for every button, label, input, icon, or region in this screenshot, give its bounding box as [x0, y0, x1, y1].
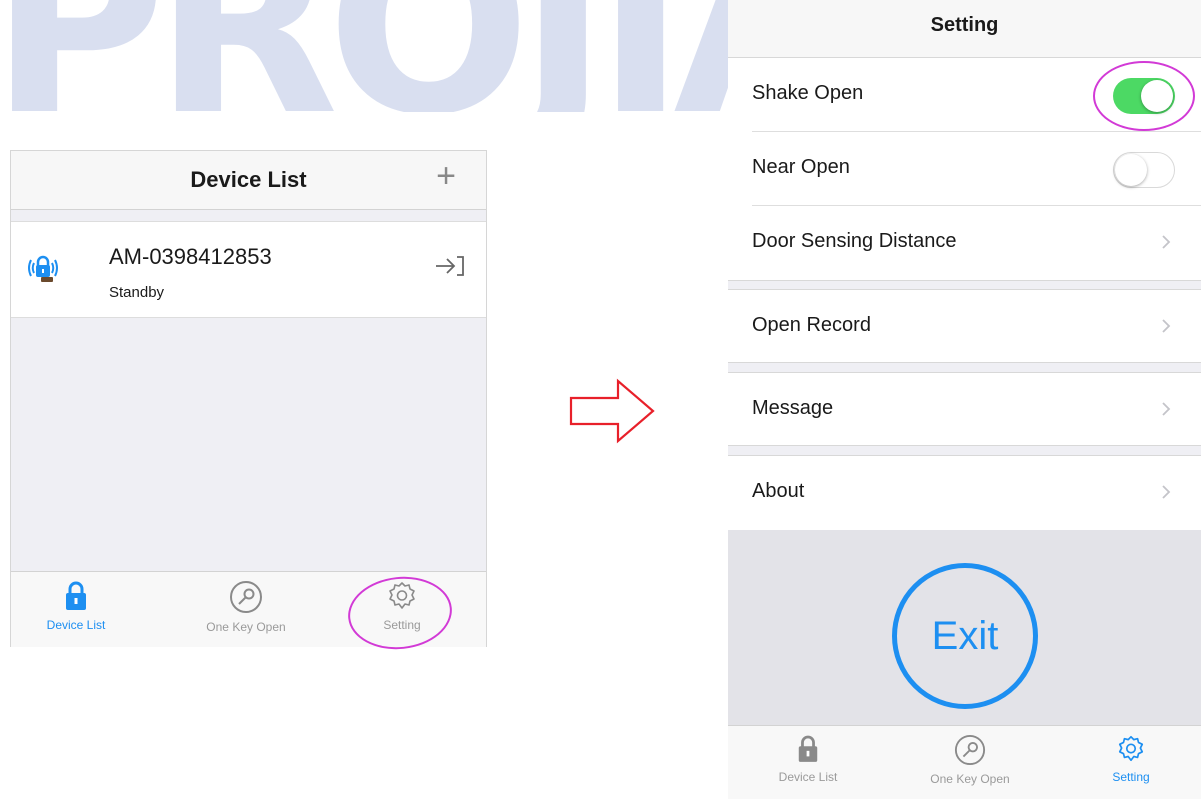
- chevron-right-icon: [1162, 485, 1171, 499]
- device-row[interactable]: AM-0398412853 Standby: [11, 221, 486, 318]
- lock-icon: [798, 735, 818, 762]
- row-label: Open Record: [752, 314, 871, 336]
- tab-label: One Key Open: [206, 620, 286, 634]
- row-shake-open: Shake Open: [728, 58, 1201, 132]
- row-message[interactable]: Message: [728, 373, 1201, 445]
- chevron-right-icon: [1162, 235, 1171, 249]
- gear-icon: [1118, 735, 1144, 762]
- toggle-knob: [1115, 154, 1147, 186]
- tab-one-key-open[interactable]: One Key Open: [181, 572, 311, 647]
- login-arrow-icon[interactable]: [434, 254, 466, 278]
- tab-device-list[interactable]: Device List: [21, 572, 131, 647]
- chevron-right-icon: [1162, 319, 1171, 333]
- row-label: Message: [752, 397, 834, 419]
- tab-label: Setting: [1112, 770, 1150, 784]
- row-door-sensing-distance[interactable]: Door Sensing Distance: [728, 206, 1201, 280]
- page-title: Setting: [930, 14, 999, 36]
- row-about[interactable]: About: [728, 456, 1201, 530]
- row-label: Near Open: [752, 156, 850, 178]
- settings-group: About: [728, 455, 1201, 531]
- near-open-toggle[interactable]: [1113, 152, 1175, 188]
- settings-group: Open Record: [728, 289, 1201, 363]
- page-title: Device List: [190, 167, 307, 192]
- tab-label: Device List: [778, 770, 838, 784]
- exit-area: Exit: [728, 530, 1201, 725]
- row-near-open: Near Open: [728, 132, 1201, 206]
- setting-screen: Setting Shake Open Near Open Door Sensin…: [728, 0, 1201, 799]
- chevron-right-icon: [1162, 402, 1171, 416]
- add-device-button[interactable]: +: [436, 159, 456, 193]
- lock-icon: [66, 581, 86, 610]
- tab-bar: Device List One Key Open Setting: [728, 725, 1201, 799]
- highlight-circle: [1093, 61, 1195, 131]
- device-list-screen: Device List + AM-0398412853 Standby Devi…: [10, 150, 487, 647]
- row-label: Door Sensing Distance: [752, 230, 957, 252]
- settings-group: Message: [728, 372, 1201, 446]
- exit-button[interactable]: Exit: [892, 563, 1038, 709]
- device-lock-icon: [28, 255, 58, 282]
- key-icon: [230, 581, 262, 613]
- device-name: AM-0398412853: [109, 244, 272, 269]
- tab-label: Device List: [46, 618, 106, 632]
- row-label: About: [752, 480, 805, 502]
- device-status: Standby: [109, 284, 165, 301]
- key-icon: [954, 734, 986, 766]
- tab-device-list[interactable]: Device List: [753, 726, 863, 801]
- tab-one-key-open[interactable]: One Key Open: [905, 726, 1035, 801]
- nav-bar: Device List +: [11, 151, 486, 210]
- row-open-record[interactable]: Open Record: [728, 290, 1201, 362]
- row-label: Shake Open: [752, 82, 864, 104]
- nav-bar: Setting: [728, 0, 1201, 58]
- tab-label: One Key Open: [930, 772, 1010, 786]
- tab-setting[interactable]: Setting: [1076, 726, 1186, 801]
- transition-arrow-icon: [569, 378, 655, 444]
- settings-group: Shake Open Near Open Door Sensing Distan…: [728, 57, 1201, 281]
